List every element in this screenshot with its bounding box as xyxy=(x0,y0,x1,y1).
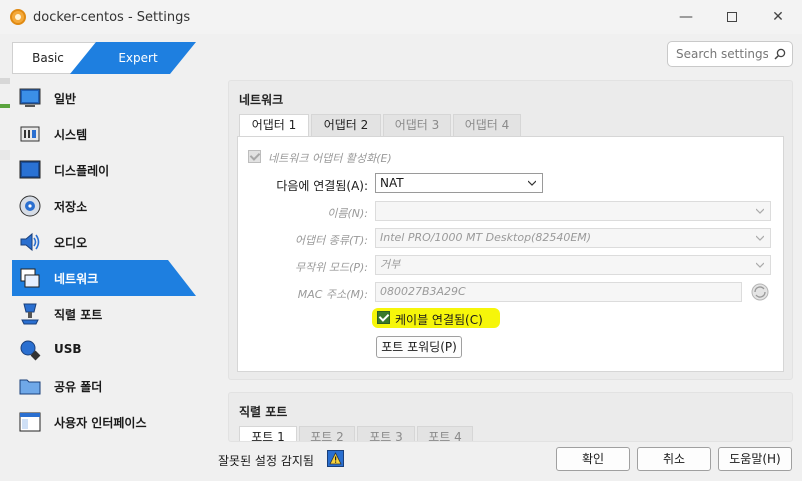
adapter-type-value: Intel PRO/1000 MT Desktop(82540EM) xyxy=(380,231,592,244)
monitor-icon xyxy=(19,88,41,107)
enable-adapter-label: 네트워크 어댑터 활성화(E) xyxy=(268,152,392,165)
display-icon xyxy=(19,160,41,179)
search-input[interactable] xyxy=(676,46,768,62)
cable-connected-label: 케이블 연결됨(C) xyxy=(395,313,483,327)
sidebar-item-display[interactable]: 디스플레이 xyxy=(12,152,196,188)
network-icon xyxy=(20,268,40,288)
close-button[interactable]: ✕ xyxy=(758,6,798,28)
promiscuous-mode-value: 거부 xyxy=(380,258,401,271)
chevron-down-icon xyxy=(756,235,764,241)
expert-mode-label: Expert xyxy=(118,51,158,65)
adapter-type-label: 어댑터 종류(T): xyxy=(294,234,368,247)
serial-port-panel: 직렬 포트 포트 1 포트 2 포트 3 포트 4 xyxy=(228,392,793,442)
search-box[interactable] xyxy=(667,41,793,67)
network-section-title: 네트워크 xyxy=(239,93,284,107)
settings-sidebar: 일반 시스템 디스플레이 저장소 오디오 네트워크 직렬 포트 USB 공유 폴… xyxy=(12,80,196,448)
sidebar-item-storage[interactable]: 저장소 xyxy=(12,188,196,224)
attached-to-select[interactable]: NAT xyxy=(375,173,543,193)
search-icon xyxy=(774,48,786,60)
tab-adapter-2[interactable]: 어댑터 2 xyxy=(311,114,381,136)
sidebar-item-label: 일반 xyxy=(54,92,77,106)
chip-icon xyxy=(20,126,40,142)
serial-section-title: 직렬 포트 xyxy=(239,405,288,419)
maximize-icon xyxy=(727,12,737,22)
mac-address-field[interactable]: 080027B3A29C xyxy=(375,282,742,302)
tab-port-4[interactable]: 포트 4 xyxy=(417,426,473,441)
tab-adapter-3[interactable]: 어댑터 3 xyxy=(383,114,451,136)
network-panel: 네트워크 어댑터 1 어댑터 2 어댑터 3 어댑터 4 네트워크 어댑터 활성… xyxy=(228,80,793,380)
ok-button[interactable]: 확인 xyxy=(556,447,630,471)
disk-icon xyxy=(19,195,41,217)
sidebar-item-label: 사용자 인터페이스 xyxy=(54,416,147,430)
sidebar-item-label: 디스플레이 xyxy=(54,164,110,178)
background-window-edge xyxy=(0,78,10,84)
name-select[interactable] xyxy=(375,201,771,221)
invalid-settings-text: 잘못된 설정 감지됨 xyxy=(218,454,314,468)
attached-to-label: 다음에 연결됨(A): xyxy=(276,179,368,193)
minimize-button[interactable]: — xyxy=(666,6,706,28)
cable-connected-checkbox[interactable] xyxy=(377,311,390,324)
sidebar-item-label: 직렬 포트 xyxy=(54,308,103,322)
mac-address-label: MAC 주소(M): xyxy=(297,288,368,301)
sidebar-item-network[interactable]: 네트워크 xyxy=(12,260,196,296)
tab-adapter-4[interactable]: 어댑터 4 xyxy=(453,114,521,136)
sidebar-item-label: 네트워크 xyxy=(54,272,99,286)
sidebar-item-user-interface[interactable]: 사용자 인터페이스 xyxy=(12,404,196,440)
virtualbox-gear-icon xyxy=(10,9,26,25)
port-forwarding-button[interactable]: 포트 포워딩(P) xyxy=(376,336,462,358)
cancel-button[interactable]: 취소 xyxy=(637,447,711,471)
help-button[interactable]: 도움말(H) xyxy=(718,447,792,471)
maximize-button[interactable] xyxy=(712,6,752,28)
attached-to-value: NAT xyxy=(380,176,404,190)
tab-port-2[interactable]: 포트 2 xyxy=(299,426,355,441)
chevron-down-icon xyxy=(528,180,536,186)
usb-icon xyxy=(20,340,41,361)
sidebar-item-label: 오디오 xyxy=(54,236,88,250)
ui-window-icon xyxy=(19,412,41,432)
window-title: docker-centos - Settings xyxy=(33,10,191,25)
tab-port-1[interactable]: 포트 1 xyxy=(239,426,297,441)
warning-icon[interactable] xyxy=(327,450,344,467)
sidebar-item-label: 저장소 xyxy=(54,200,88,214)
adapter-1-tab-body: 네트워크 어댑터 활성화(E) 다음에 연결됨(A): NAT 이름(N): 어… xyxy=(237,136,784,372)
title-bar: docker-centos - Settings — ✕ xyxy=(0,0,802,34)
chevron-down-icon xyxy=(756,262,764,268)
sidebar-item-shared-folders[interactable]: 공유 폴더 xyxy=(12,368,196,404)
serial-port-icon xyxy=(21,303,39,325)
sidebar-item-usb[interactable]: USB xyxy=(12,332,196,368)
folder-icon xyxy=(19,379,41,395)
refresh-mac-icon[interactable] xyxy=(750,282,770,302)
adapter-type-select[interactable]: Intel PRO/1000 MT Desktop(82540EM) xyxy=(375,228,771,248)
sidebar-item-serial-port[interactable]: 직렬 포트 xyxy=(12,296,196,332)
tab-adapter-1[interactable]: 어댑터 1 xyxy=(239,114,309,137)
chevron-down-icon xyxy=(756,208,764,214)
promiscuous-mode-select[interactable]: 거부 xyxy=(375,255,771,275)
basic-mode-label: Basic xyxy=(32,51,64,65)
sidebar-item-general[interactable]: 일반 xyxy=(12,80,196,116)
enable-adapter-checkbox[interactable] xyxy=(248,150,261,163)
tab-port-3[interactable]: 포트 3 xyxy=(357,426,415,441)
sidebar-item-audio[interactable]: 오디오 xyxy=(12,224,196,260)
sidebar-item-label: 공유 폴더 xyxy=(54,380,103,394)
name-label: 이름(N): xyxy=(327,207,368,220)
promiscuous-mode-label: 무작위 모드(P): xyxy=(294,261,368,274)
sidebar-item-system[interactable]: 시스템 xyxy=(12,116,196,152)
background-window-edge xyxy=(0,150,10,160)
sidebar-item-label: 시스템 xyxy=(54,128,88,142)
background-window-edge xyxy=(0,104,10,108)
sidebar-item-label: USB xyxy=(54,342,82,356)
speaker-icon xyxy=(20,232,40,252)
